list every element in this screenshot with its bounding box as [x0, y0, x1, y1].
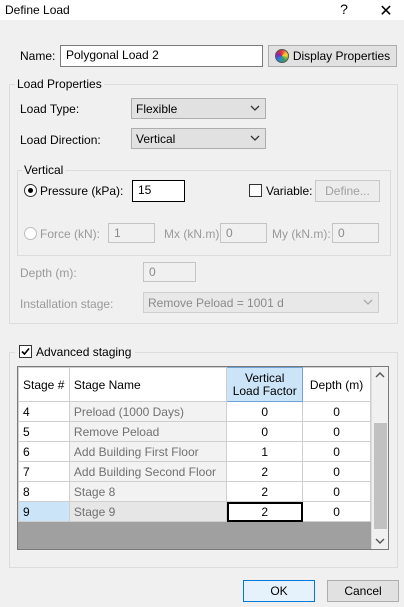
checkmark-icon	[21, 347, 30, 356]
scrollbar-thumb[interactable]	[374, 423, 387, 529]
column-header-stage-name[interactable]: Stage Name	[68, 367, 228, 402]
force-field[interactable]: 1	[108, 223, 155, 243]
pressure-field[interactable]: 15	[132, 180, 185, 202]
load-direction-label: Load Direction:	[20, 133, 101, 147]
load-factor-cell[interactable]: 2	[226, 501, 304, 522]
name-field[interactable]: Polygonal Load 2	[60, 45, 263, 67]
cancel-button[interactable]: Cancel	[327, 580, 399, 602]
column-header-vertical-load-factor[interactable]: Vertical Load Factor	[226, 367, 304, 402]
depth-cell[interactable]: 0	[302, 421, 371, 442]
ok-button[interactable]: OK	[243, 580, 315, 602]
table-row[interactable]: 9 Stage 9 2 0	[18, 501, 371, 522]
my-field[interactable]: 0	[332, 223, 379, 243]
stage-name-cell: Remove Peload	[68, 421, 228, 442]
pressure-radio[interactable]	[24, 184, 37, 197]
stage-name-cell: Preload (1000 Days)	[68, 401, 228, 422]
depth-field[interactable]: 0	[143, 262, 196, 282]
stage-name-cell: Stage 9	[68, 501, 228, 522]
load-factor-cell[interactable]: 0	[226, 421, 304, 442]
load-factor-cell[interactable]: 0	[226, 401, 304, 422]
stage-name-cell: Add Building First Floor	[68, 441, 228, 462]
column-header-factor-line2: Load Factor	[232, 383, 297, 398]
table-row[interactable]: 7 Add Building Second Floor 2 0	[18, 461, 371, 482]
table-row[interactable]: 6 Add Building First Floor 1 0	[18, 441, 371, 462]
depth-cell[interactable]: 0	[302, 461, 371, 482]
stage-number-cell: 6	[18, 441, 70, 462]
load-type-label: Load Type:	[20, 102, 80, 116]
display-properties-button[interactable]: Display Properties	[268, 45, 397, 67]
stage-number-cell: 4	[18, 401, 70, 422]
table-row[interactable]: 4 Preload (1000 Days) 0 0	[18, 401, 371, 422]
chevron-down-icon	[250, 105, 260, 111]
installation-stage-value: Remove Peload = 1001 d	[148, 296, 284, 310]
depth-cell[interactable]: 0	[302, 501, 371, 522]
stage-number-cell: 8	[18, 481, 70, 502]
staging-grid[interactable]: Stage # Stage Name Vertical Load Factor …	[17, 366, 389, 550]
vertical-scrollbar[interactable]	[371, 367, 388, 549]
load-properties-legend: Load Properties	[15, 77, 104, 91]
stage-number-cell: 5	[18, 421, 70, 442]
load-factor-cell[interactable]: 2	[226, 481, 304, 502]
variable-label: Variable:	[266, 184, 313, 198]
stage-name-cell: Stage 8	[68, 481, 228, 502]
chevron-down-icon	[250, 135, 260, 141]
depth-cell[interactable]: 0	[302, 441, 371, 462]
load-factor-cell[interactable]: 2	[226, 461, 304, 482]
window-title: Define Load	[5, 3, 70, 17]
chevron-down-icon	[363, 299, 373, 305]
scroll-up-icon[interactable]	[375, 371, 385, 379]
stage-number-cell: 7	[18, 461, 70, 482]
help-button[interactable]: ?	[337, 1, 351, 19]
installation-stage-dropdown[interactable]: Remove Peload = 1001 d	[143, 292, 379, 313]
my-label: My (kN.m):	[272, 227, 331, 241]
column-header-factor-line1: Vertical	[245, 370, 285, 385]
depth-cell[interactable]: 0	[302, 481, 371, 502]
advanced-staging-label: Advanced staging	[36, 345, 132, 359]
scroll-down-icon[interactable]	[375, 537, 385, 545]
define-button[interactable]: Define...	[315, 180, 380, 202]
column-header-stage[interactable]: Stage #	[18, 367, 70, 402]
name-label: Name:	[20, 49, 56, 63]
mx-field[interactable]: 0	[220, 223, 267, 243]
advanced-staging-checkbox[interactable]	[19, 345, 32, 358]
load-direction-dropdown[interactable]: Vertical	[131, 128, 266, 149]
force-radio[interactable]	[24, 227, 37, 240]
depth-cell[interactable]: 0	[302, 401, 371, 422]
load-factor-cell[interactable]: 1	[226, 441, 304, 462]
close-button[interactable]: ✕	[377, 1, 395, 20]
load-direction-value: Vertical	[136, 132, 176, 146]
vertical-legend: Vertical	[22, 163, 66, 177]
stage-number-cell: 9	[18, 501, 70, 522]
load-type-dropdown[interactable]: Flexible	[131, 98, 266, 119]
column-header-depth[interactable]: Depth (m)	[302, 367, 371, 402]
staging-table: Stage # Stage Name Vertical Load Factor …	[18, 367, 371, 522]
stage-name-cell: Add Building Second Floor	[68, 461, 228, 482]
table-row[interactable]: 8 Stage 8 2 0	[18, 481, 371, 502]
display-properties-label: Display Properties	[292, 49, 391, 63]
pressure-label: Pressure (kPa):	[40, 184, 124, 198]
color-palette-icon	[275, 49, 289, 63]
variable-checkbox[interactable]	[249, 184, 262, 197]
installation-stage-label: Installation stage:	[20, 297, 114, 311]
depth-label: Depth (m):	[20, 266, 77, 280]
table-row[interactable]: 5 Remove Peload 0 0	[18, 421, 371, 442]
force-label: Force (kN):	[40, 227, 100, 241]
load-type-value: Flexible	[136, 102, 178, 116]
mx-label: Mx (kN.m):	[164, 227, 223, 241]
